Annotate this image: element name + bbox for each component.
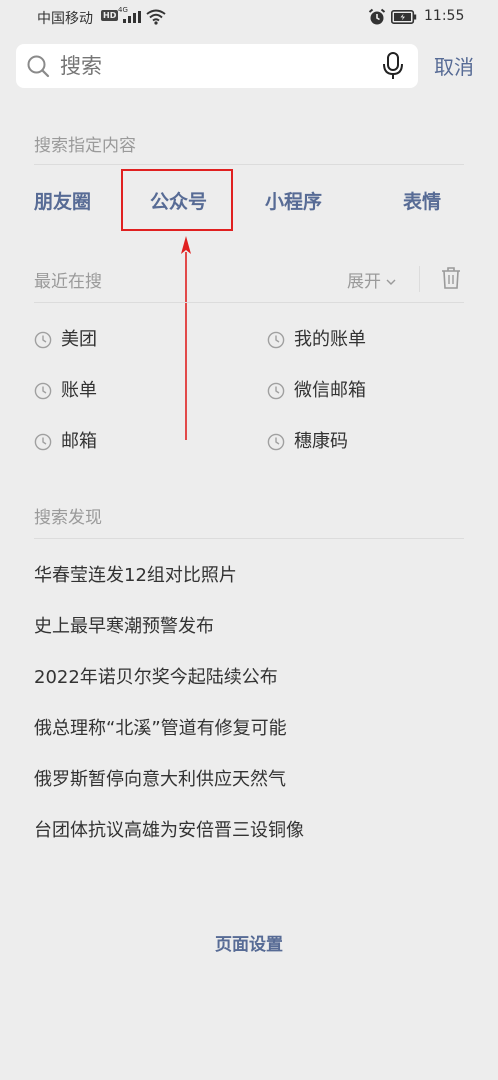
vertical-divider: [419, 266, 420, 292]
discover-item[interactable]: 史上最早寒潮预警发布: [34, 612, 214, 642]
discover-item[interactable]: 台团体抗议高雄为安倍晋三设铜像: [34, 816, 304, 846]
clock-icon: [34, 331, 52, 349]
search-icon: [27, 55, 50, 78]
clock-icon: [267, 382, 285, 400]
category-moments[interactable]: 朋友圈: [34, 186, 91, 218]
search-input[interactable]: [60, 44, 380, 88]
discover-item[interactable]: 俄总理称“北溪”管道有修复可能: [34, 714, 287, 744]
trash-icon[interactable]: [441, 266, 461, 290]
chevron-down-icon: [386, 279, 396, 285]
microphone-icon[interactable]: [382, 52, 404, 80]
discover-item[interactable]: 俄罗斯暂停向意大利供应天然气: [34, 765, 286, 795]
clock-icon: [267, 433, 285, 451]
expand-button[interactable]: 展开: [347, 267, 396, 292]
signal-icon: [123, 11, 141, 23]
history-item-label: 美团: [61, 329, 97, 350]
history-item-label: 邮箱: [61, 431, 97, 452]
history-item-label: 账单: [61, 380, 97, 401]
cancel-button[interactable]: 取消: [434, 52, 474, 82]
discover-item[interactable]: 2022年诺贝尔奖今起陆续公布: [34, 663, 278, 693]
category-mini-programs[interactable]: 小程序: [265, 186, 322, 218]
divider: [34, 302, 464, 303]
discover-title: 搜索发现: [34, 508, 102, 528]
page-settings-button[interactable]: 页面设置: [0, 930, 498, 955]
history-item-label: 微信邮箱: [294, 380, 366, 401]
annotation-arrow: [181, 236, 191, 440]
divider: [34, 164, 464, 165]
history-item-label: 我的账单: [294, 329, 366, 350]
annotation-highlight-box: [121, 169, 233, 231]
clock-icon: [34, 433, 52, 451]
alarm-icon: [368, 8, 386, 25]
hd-badge: HD: [101, 10, 119, 21]
battery-icon: [391, 10, 417, 24]
divider: [34, 538, 464, 539]
history-item-label: 穗康码: [294, 431, 348, 452]
clock-icon: [267, 331, 285, 349]
carrier-label: 中国移动: [37, 11, 93, 27]
clock-time: 11:55: [424, 8, 465, 24]
status-bar: 中国移动 HD 4G 11:55: [0, 0, 498, 36]
wifi-icon: [146, 9, 166, 25]
search-box[interactable]: [16, 44, 418, 88]
discover-item[interactable]: 华春莹连发12组对比照片: [34, 561, 237, 591]
clock-icon: [34, 382, 52, 400]
category-stickers[interactable]: 表情: [403, 186, 441, 218]
recent-searches-title: 最近在搜: [34, 272, 102, 292]
search-specific-title: 搜索指定内容: [34, 136, 136, 156]
expand-label: 展开: [347, 272, 381, 292]
